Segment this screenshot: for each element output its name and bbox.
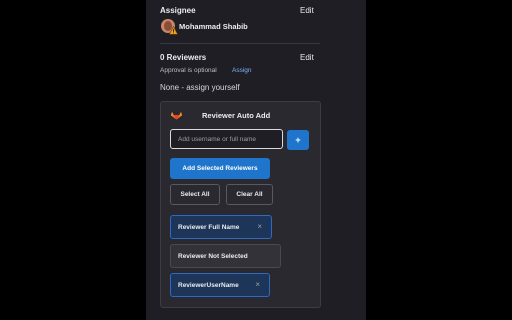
reviewers-edit-link[interactable]: Edit (300, 53, 314, 62)
assignee-edit-link[interactable]: Edit (300, 6, 314, 15)
warning-icon (169, 26, 178, 35)
select-all-button[interactable]: Select All (170, 184, 220, 205)
clear-all-button[interactable]: Clear All (226, 184, 273, 205)
reviewers-title: 0 Reviewers (160, 53, 207, 62)
gitlab-fox-icon (171, 112, 182, 120)
chip-label: ReviewerUserName (178, 281, 239, 289)
add-reviewer-button[interactable]: + (287, 130, 309, 150)
chip-label: Reviewer Not Selected (178, 252, 248, 260)
panel-title: Reviewer Auto Add (202, 111, 271, 120)
reviewer-chip-selected[interactable]: ReviewerUserName × (170, 273, 270, 297)
close-icon[interactable]: × (255, 280, 260, 289)
close-icon[interactable]: × (257, 222, 262, 231)
approval-optional-text: Approval is optional (160, 67, 217, 74)
chip-label: Reviewer Full Name (178, 223, 240, 231)
assignee-name[interactable]: Mohammad Shabib (179, 22, 248, 31)
assignee-title: Assignee (160, 6, 196, 15)
assign-link[interactable]: Assign (232, 67, 252, 74)
reviewer-chip-unselected[interactable]: Reviewer Not Selected (170, 244, 281, 268)
avatar[interactable] (161, 19, 178, 35)
section-divider (160, 43, 320, 44)
reviewer-search-input[interactable] (170, 129, 283, 149)
none-assign-yourself[interactable]: None - assign yourself (160, 83, 240, 92)
add-selected-reviewers-button[interactable]: Add Selected Reviewers (170, 158, 270, 179)
reviewer-chip-selected[interactable]: Reviewer Full Name × (170, 215, 272, 239)
